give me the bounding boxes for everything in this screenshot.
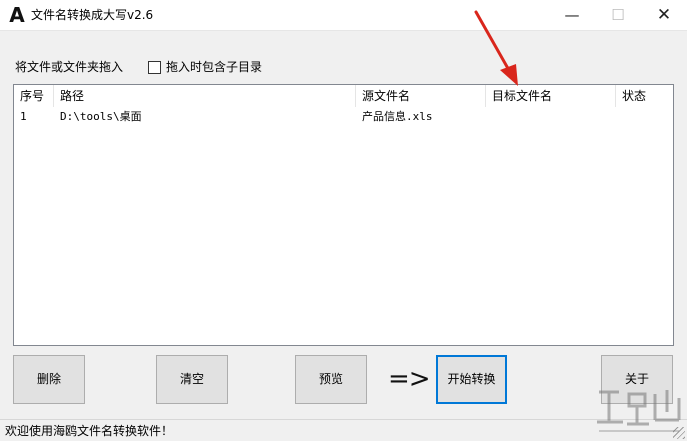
window-title: 文件名转换成大写v2.6 — [31, 8, 154, 22]
app-logo-icon: A — [9, 3, 25, 27]
delete-button[interactable]: 删除 — [13, 355, 85, 404]
status-bar: 欢迎使用海鸥文件名转换软件！ — [0, 419, 687, 441]
start-convert-button[interactable]: 开始转换 — [436, 355, 507, 404]
maximize-button[interactable]: ☐ — [595, 0, 641, 31]
cell-status — [616, 108, 672, 126]
red-arrow-icon — [474, 10, 518, 86]
minimize-button[interactable]: — — [549, 0, 595, 31]
column-header-status[interactable]: 状态 — [616, 85, 672, 107]
drop-hint-label: 将文件或文件夹拖入 — [15, 60, 124, 74]
file-list[interactable]: 序号 路径 源文件名 目标文件名 状态 1 D:\tools\桌面 产品信息.x… — [13, 84, 674, 346]
column-header-path[interactable]: 路径 — [54, 85, 356, 107]
cell-path: D:\tools\桌面 — [60, 110, 142, 123]
column-header-index[interactable]: 序号 — [14, 85, 54, 107]
cell-source: 产品信息.xls — [362, 110, 433, 123]
site-watermark — [597, 390, 681, 432]
preview-button[interactable]: 预览 — [295, 355, 367, 404]
include-subdir-label[interactable]: 拖入时包含子目录 — [166, 60, 262, 75]
clear-button[interactable]: 清空 — [156, 355, 228, 404]
close-button[interactable]: ✕ — [641, 0, 687, 31]
cell-target — [486, 108, 616, 126]
status-text: 欢迎使用海鸥文件名转换软件！ — [5, 424, 174, 438]
include-subdir-checkbox[interactable] — [148, 61, 161, 74]
arrow-to-icon: => — [388, 364, 431, 394]
column-header-source[interactable]: 源文件名 — [356, 85, 486, 107]
table-row[interactable]: 1 D:\tools\桌面 产品信息.xls — [14, 108, 673, 126]
cell-index: 1 — [20, 110, 27, 123]
file-list-header: 序号 路径 源文件名 目标文件名 状态 — [14, 85, 673, 107]
title-bar: A 文件名转换成大写v2.6 — ☐ ✕ — [0, 0, 687, 31]
